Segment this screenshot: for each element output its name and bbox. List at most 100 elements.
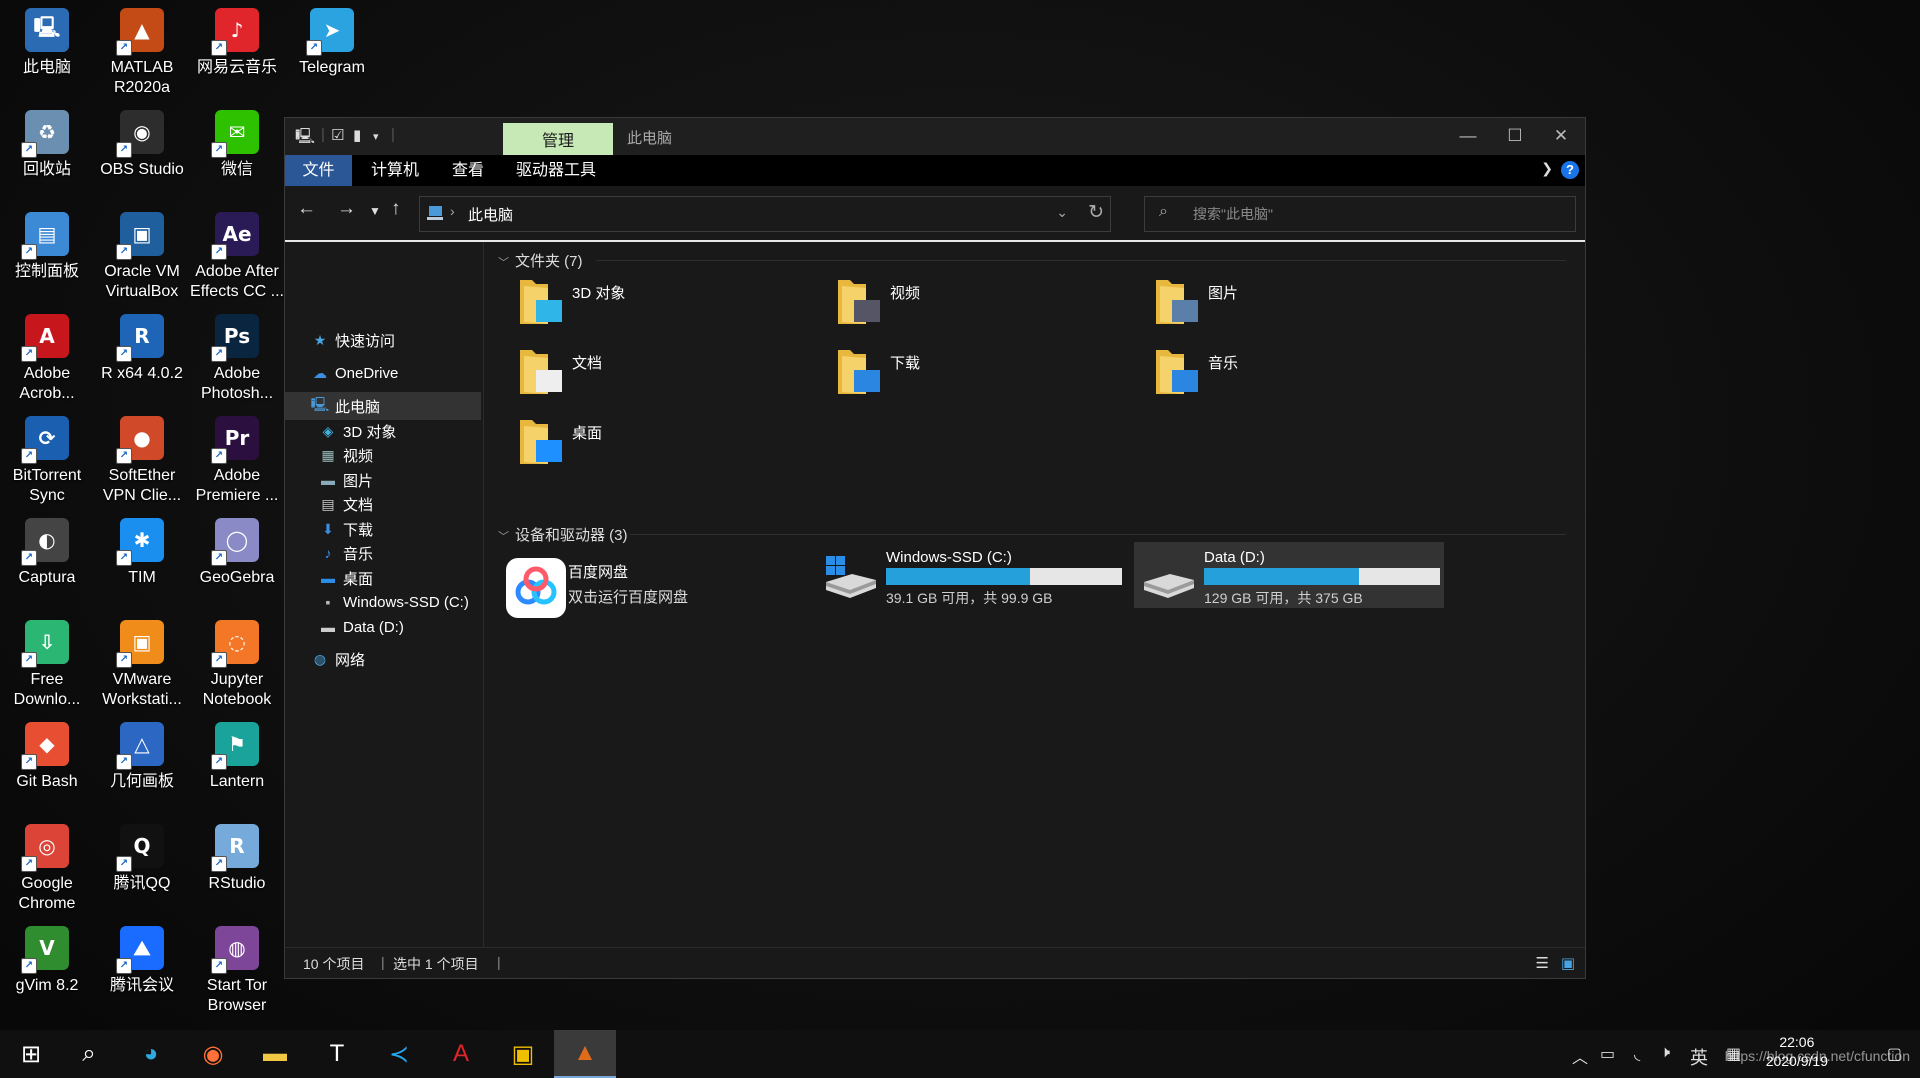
recent-locations-icon[interactable]: ▼ <box>369 204 381 218</box>
desktop-shortcut[interactable]: Ae ↗ Adobe After Effects CC ... <box>190 206 284 304</box>
desktop-shortcut[interactable]: Pr ↗ Adobe Premiere ... <box>190 410 284 508</box>
customize-qat-icon[interactable]: ▾ <box>373 130 379 143</box>
folder-item[interactable]: 图片 <box>1144 272 1444 334</box>
desktop-shortcut[interactable]: ◆ ↗ Git Bash <box>0 716 94 814</box>
devices-group-header[interactable]: ﹀ 设备和驱动器 (3) <box>498 524 628 545</box>
title-bar[interactable]: 🖳 | ☑ ▮ ▾ | 管理 此电脑 — ☐ ✕ <box>285 118 1585 155</box>
drive-item[interactable]: Data (D:) 129 GB 可用，共 375 GB <box>1134 542 1444 608</box>
shortcut-arrow-icon: ↗ <box>211 856 227 872</box>
up-icon[interactable]: ↑ <box>391 198 401 220</box>
desktop-shortcut-label: 微信 <box>220 161 253 178</box>
desktop-shortcut[interactable]: ▲ ↗ MATLAB R2020a <box>95 2 189 100</box>
address-bar[interactable]: › 此电脑 ⌄ ↻ <box>419 196 1111 232</box>
item-count: 10 个项目 <box>303 956 365 972</box>
desktop-shortcut[interactable]: R ↗ R x64 4.0.2 <box>95 308 189 406</box>
start-icon[interactable]: ⊞ <box>0 1030 62 1078</box>
desktop-shortcut[interactable]: ⇩ ↗ Free Downlo... <box>0 614 94 712</box>
battery-icon[interactable]: ▭ <box>1600 1044 1615 1064</box>
tab-view[interactable]: 查看 <box>438 155 498 186</box>
large-icons-view-icon[interactable]: ▣ <box>1561 954 1575 972</box>
sidebar-item[interactable]: ▬ Data (D:) <box>285 613 481 641</box>
desktop-shortcut[interactable]: ▤ ↗ 控制面板 <box>0 206 94 304</box>
file-explorer-icon[interactable]: ▬ <box>244 1030 306 1078</box>
desktop-shortcut[interactable]: ◍ ↗ Start Tor Browser <box>190 920 284 1018</box>
properties-icon[interactable]: ☑ <box>331 126 344 144</box>
desktop-shortcut[interactable]: ♪ ↗ 网易云音乐 <box>190 2 284 100</box>
desktop-shortcut[interactable]: ◯ ↗ GeoGebra <box>190 512 284 610</box>
show-hidden-icons-icon[interactable]: ︿ <box>1572 1044 1588 1068</box>
sidebar-item[interactable]: ☁ OneDrive <box>285 359 481 387</box>
acrobat-icon[interactable]: A <box>430 1030 492 1078</box>
edge-icon[interactable]: ◕ <box>120 1030 182 1078</box>
desktop-shortcut[interactable]: ▣ ↗ VMware Workstati... <box>95 614 189 712</box>
shortcut-arrow-icon: ↗ <box>21 754 37 770</box>
desktop-shortcut[interactable]: 🖳 此电脑 <box>0 2 94 100</box>
desktop-shortcut[interactable]: Q ↗ 腾讯QQ <box>95 818 189 916</box>
maximize-button[interactable]: ☐ <box>1492 122 1538 150</box>
desktop-shortcut[interactable]: ▣ ↗ Oracle VM VirtualBox <box>95 206 189 304</box>
desktop-shortcut[interactable]: ⛰ ↗ 腾讯会议 <box>95 920 189 1018</box>
sidebar-item[interactable]: ▦ 视频 <box>285 441 481 469</box>
folders-group-header[interactable]: ﹀ 文件夹 (7) <box>498 250 583 271</box>
matlab-icon[interactable]: ▲ <box>554 1030 616 1078</box>
drive-item[interactable]: Windows-SSD (C:) 39.1 GB 可用，共 99.9 GB <box>816 542 1126 608</box>
sidebar-item[interactable]: 🖳 此电脑 <box>285 392 481 420</box>
details-view-icon[interactable]: ☰ <box>1536 954 1549 972</box>
desktop-shortcut[interactable]: Ps ↗ Adobe Photosh... <box>190 308 284 406</box>
forward-icon[interactable]: → <box>337 198 356 220</box>
sidebar-item[interactable]: ▪ Windows-SSD (C:) <box>285 588 481 616</box>
search-box[interactable]: ⌕ <box>1144 196 1576 232</box>
folder-item[interactable]: 桌面 <box>508 412 808 474</box>
tab-file[interactable]: 文件 <box>285 155 352 186</box>
music-icon: ♪ <box>324 545 332 561</box>
firefox-icon[interactable]: ◉ <box>182 1030 244 1078</box>
close-button[interactable]: ✕ <box>1538 122 1584 150</box>
minimize-button[interactable]: — <box>1445 122 1491 150</box>
folder-item[interactable]: 3D 对象 <box>508 272 808 334</box>
desktop-shortcut[interactable]: ⟳ ↗ BitTorrent Sync <box>0 410 94 508</box>
refresh-icon[interactable]: ↻ <box>1088 201 1104 224</box>
desktop-shortcut[interactable]: ◉ ↗ OBS Studio <box>95 104 189 202</box>
desktop-shortcut[interactable]: ♻ ↗ 回收站 <box>0 104 94 202</box>
tab-drive-tools[interactable]: 驱动器工具 <box>498 155 614 186</box>
sidebar-item[interactable]: ★ 快速访问 <box>285 326 481 354</box>
sidebar-item[interactable]: ▤ 文档 <box>285 490 481 518</box>
desktop-shortcut[interactable]: ✱ ↗ TIM <box>95 512 189 610</box>
manage-contextual-tab[interactable]: 管理 <box>503 123 613 155</box>
vscode-icon[interactable]: ≺ <box>368 1030 430 1078</box>
folder-item[interactable]: 视频 <box>826 272 1126 334</box>
breadcrumb-this-pc[interactable]: 此电脑 <box>468 204 513 225</box>
search-input[interactable] <box>1191 201 1555 227</box>
pdf-reader-icon[interactable]: ▣ <box>492 1030 554 1078</box>
back-icon[interactable]: ← <box>297 198 316 220</box>
ime-indicator[interactable]: 英 <box>1690 1044 1708 1070</box>
chevron-down-icon[interactable]: ⌄ <box>1056 204 1068 221</box>
desktop-shortcut[interactable]: ✉ ↗ 微信 <box>190 104 284 202</box>
desktop-shortcut[interactable]: ⚑ ↗ Lantern <box>190 716 284 814</box>
desktop-shortcut[interactable]: ● ↗ SoftEther VPN Clie... <box>95 410 189 508</box>
folder-item[interactable]: 文档 <box>508 342 808 404</box>
typora-icon[interactable]: T <box>306 1030 368 1078</box>
tab-computer[interactable]: 计算机 <box>352 155 438 186</box>
desktop-shortcut[interactable]: V ↗ gVim 8.2 <box>0 920 94 1018</box>
desktop-shortcut[interactable]: ◌ ↗ Jupyter Notebook <box>190 614 284 712</box>
desktop-shortcut[interactable]: A ↗ Adobe Acrob... <box>0 308 94 406</box>
new-folder-icon[interactable]: ▮ <box>353 126 361 144</box>
folder-item[interactable]: 下载 <box>826 342 1126 404</box>
desktop-shortcut[interactable]: ➤ ↗ Telegram <box>285 2 379 100</box>
folder-item[interactable]: 音乐 <box>1144 342 1444 404</box>
sidebar-item[interactable]: ♪ 音乐 <box>285 539 481 567</box>
wifi-icon[interactable]: ◟ <box>1634 1044 1640 1064</box>
search-icon[interactable]: ⌕ <box>58 1030 120 1078</box>
baidu-netdisk-item[interactable]: 百度网盘 双击运行百度网盘 <box>498 554 808 620</box>
shortcut-arrow-icon: ↗ <box>211 550 227 566</box>
sidebar-item[interactable]: ◍ 网络 <box>285 645 481 673</box>
baidu-netdisk-icon <box>506 558 566 618</box>
desktop-shortcut[interactable]: ◐ ↗ Captura <box>0 512 94 610</box>
volume-icon[interactable]: 🕨 <box>1660 1044 1670 1062</box>
desktop-shortcut[interactable]: ◎ ↗ Google Chrome <box>0 818 94 916</box>
chevron-down-icon[interactable]: ❯ <box>1541 160 1553 177</box>
desktop-shortcut[interactable]: R ↗ RStudio <box>190 818 284 916</box>
desktop-shortcut[interactable]: △ ↗ 几何画板 <box>95 716 189 814</box>
help-icon[interactable]: ? <box>1561 161 1579 179</box>
